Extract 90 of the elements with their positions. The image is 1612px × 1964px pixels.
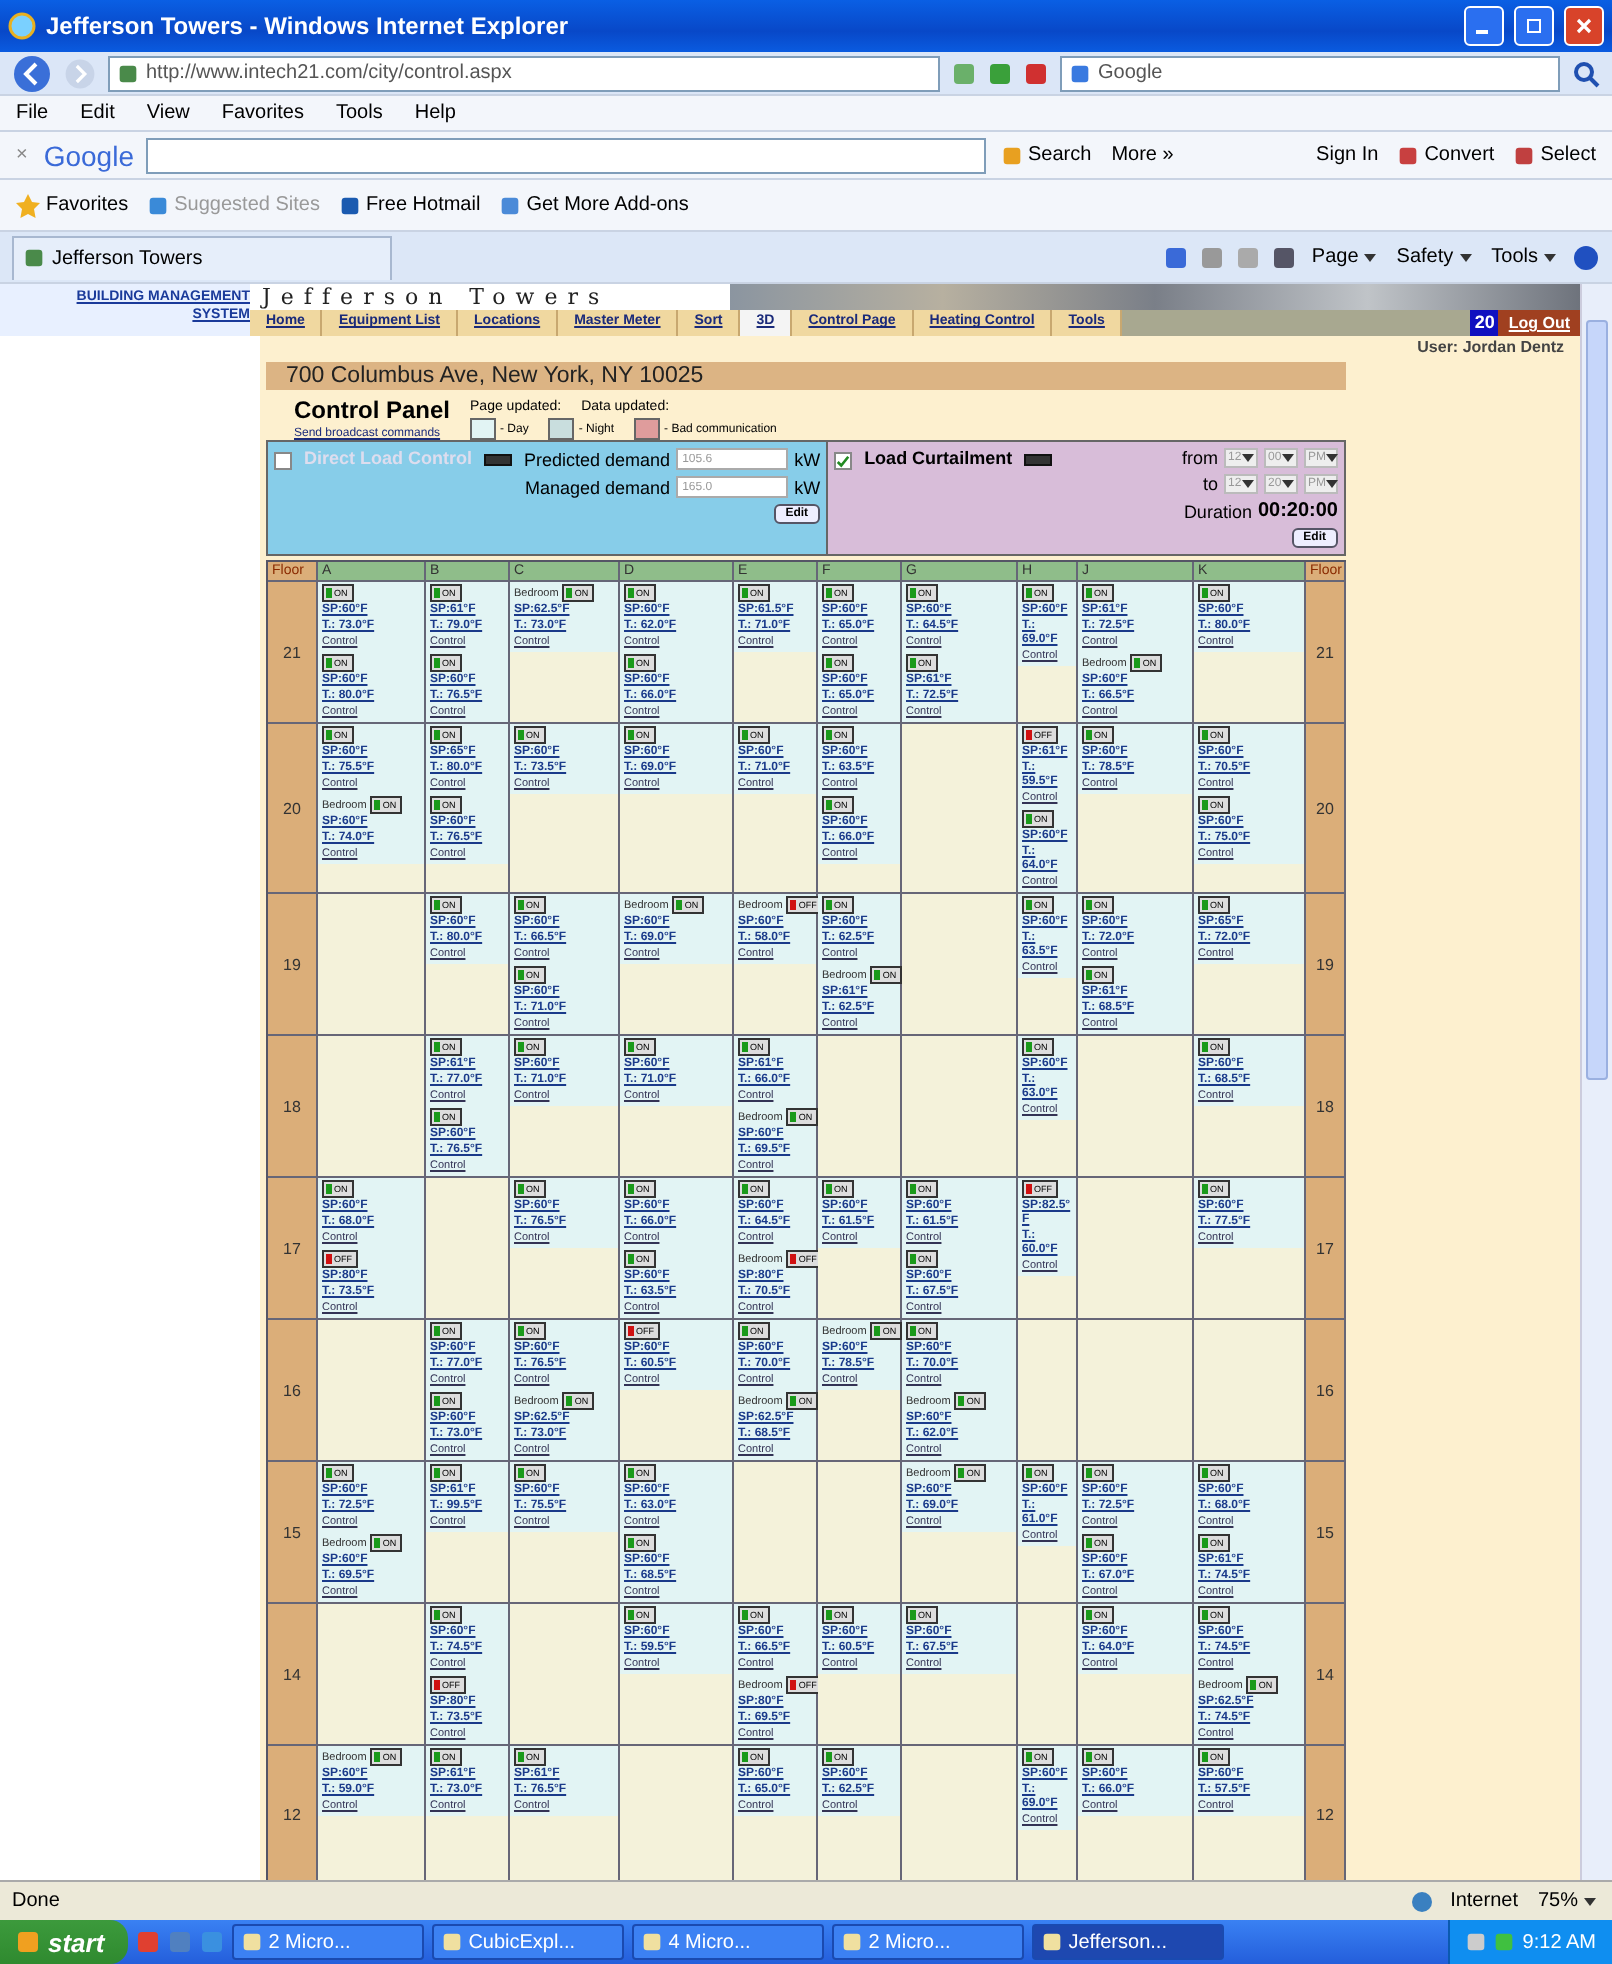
floor-number: 18 xyxy=(1306,1034,1346,1176)
duration-value: 00:20:00 xyxy=(1257,500,1338,522)
caret-icon[interactable] xyxy=(1282,454,1294,462)
minimize-button[interactable] xyxy=(1464,6,1504,46)
floor-number: 12 xyxy=(1306,1744,1346,1880)
search-icon[interactable] xyxy=(1572,59,1600,87)
convert-button[interactable]: Convert xyxy=(1394,142,1499,168)
status-text: Done xyxy=(12,1890,60,1912)
restore-icon xyxy=(1526,18,1542,34)
menu-item[interactable]: View xyxy=(142,100,194,126)
count-badge: 20 xyxy=(1470,310,1499,336)
more-button[interactable]: More » xyxy=(1107,142,1178,168)
floor-number: 14 xyxy=(1306,1602,1346,1744)
from-label: from xyxy=(1182,448,1218,468)
floor-number: 18 xyxy=(268,1034,318,1176)
search-button[interactable]: Search xyxy=(998,142,1096,168)
floor-number: 20 xyxy=(1306,722,1346,892)
command-menu[interactable]: Page xyxy=(1307,244,1381,270)
site-title: Jefferson Towers xyxy=(250,284,730,310)
menu-item[interactable]: File xyxy=(12,100,53,126)
back-icon[interactable] xyxy=(12,53,52,93)
menu-item[interactable]: Edit xyxy=(76,100,119,126)
caret-icon[interactable] xyxy=(1326,454,1338,462)
start-button[interactable]: start xyxy=(0,1920,129,1964)
floor-number: 15 xyxy=(1306,1460,1346,1602)
floor-number: 21 xyxy=(1306,580,1346,722)
close-icon xyxy=(1576,18,1592,34)
floor-number: 17 xyxy=(268,1176,318,1318)
floor-number: 14 xyxy=(268,1602,318,1744)
star-icon xyxy=(16,193,40,217)
zone-label: Internet xyxy=(1450,1890,1518,1912)
floor-number: 12 xyxy=(268,1744,318,1880)
taskbar-button[interactable]: 2 Micro... xyxy=(232,1924,425,1960)
floor-number: 20 xyxy=(268,722,318,892)
curtailment-label: Load Curtailment xyxy=(864,448,1013,472)
panel-title: Control Panel xyxy=(294,396,451,424)
menu-item[interactable]: Help xyxy=(410,100,460,126)
floor-number: 21 xyxy=(268,580,318,722)
building-address: 700 Columbus Ave, New York, NY 10025 xyxy=(266,362,1346,390)
caret-icon[interactable] xyxy=(1282,480,1294,488)
caret-icon[interactable] xyxy=(1364,253,1377,261)
zoom-button[interactable]: 75% xyxy=(1533,1888,1600,1914)
managed-label: Managed demand xyxy=(525,477,671,497)
to-label: to xyxy=(1202,474,1218,494)
favorites-link[interactable]: Free Hotmail xyxy=(335,192,485,218)
taskbar-button[interactable]: 4 Micro... xyxy=(632,1924,825,1960)
status-indicator xyxy=(484,454,513,466)
caret-icon[interactable] xyxy=(1242,480,1254,488)
unit-label: kW xyxy=(794,449,821,469)
user-label: User: Jordan Dentz xyxy=(1417,338,1564,356)
browser-logo-icon xyxy=(8,12,36,40)
floor-number: 19 xyxy=(1306,892,1346,1034)
close-button[interactable] xyxy=(1564,6,1604,46)
caret-icon[interactable] xyxy=(1459,253,1472,261)
checkbox[interactable] xyxy=(834,452,853,470)
taskbar-button[interactable]: Jefferson... xyxy=(1032,1924,1225,1960)
floor-number: 16 xyxy=(1306,1318,1346,1460)
toolbar-search-field[interactable] xyxy=(146,137,986,173)
menu-item[interactable]: Favorites xyxy=(217,100,308,126)
google-logo: Google xyxy=(43,139,134,171)
floor-number: 17 xyxy=(1306,1176,1346,1318)
logout-button[interactable]: Log Out xyxy=(1498,310,1580,336)
caret-icon[interactable] xyxy=(1584,1897,1596,1905)
search-field[interactable]: Google xyxy=(1060,55,1560,91)
command-menu[interactable]: Tools xyxy=(1487,244,1560,270)
caret-icon[interactable] xyxy=(1326,480,1338,488)
checkbox[interactable] xyxy=(274,452,292,470)
select-button[interactable]: Select xyxy=(1510,142,1600,168)
favorites-link[interactable]: Get More Add-ons xyxy=(496,192,693,218)
floor-number: 19 xyxy=(268,892,318,1034)
favorites-button[interactable]: Favorites xyxy=(12,191,133,219)
address-field[interactable]: http://www.intech21.com/city/control.aspx xyxy=(108,55,940,91)
menu-item[interactable]: Tools xyxy=(331,100,387,126)
duration-label: Duration xyxy=(1183,501,1252,521)
window-title: Jefferson Towers - Windows Internet Explorer xyxy=(46,12,571,40)
caret-icon[interactable] xyxy=(1544,253,1556,261)
taskbar-button[interactable]: 2 Micro... xyxy=(832,1924,1025,1960)
taskbar-button[interactable]: CubicExpl... xyxy=(432,1924,625,1960)
browser-tab[interactable]: Jefferson Towers xyxy=(12,235,392,279)
clock: 9:12 AM xyxy=(1522,1931,1596,1953)
status-indicator xyxy=(1024,454,1053,466)
direct-load-label: Direct Load Control xyxy=(304,448,473,472)
predicted-label: Predicted demand xyxy=(524,449,671,469)
unit-label: kW xyxy=(794,477,821,497)
sign-in-button[interactable]: Sign In xyxy=(1312,142,1383,168)
caret-icon[interactable] xyxy=(1242,454,1254,462)
floor-number: 16 xyxy=(268,1318,318,1460)
floor-number: 15 xyxy=(268,1460,318,1602)
command-menu[interactable]: Safety xyxy=(1392,244,1476,270)
restore-button[interactable] xyxy=(1514,6,1554,46)
